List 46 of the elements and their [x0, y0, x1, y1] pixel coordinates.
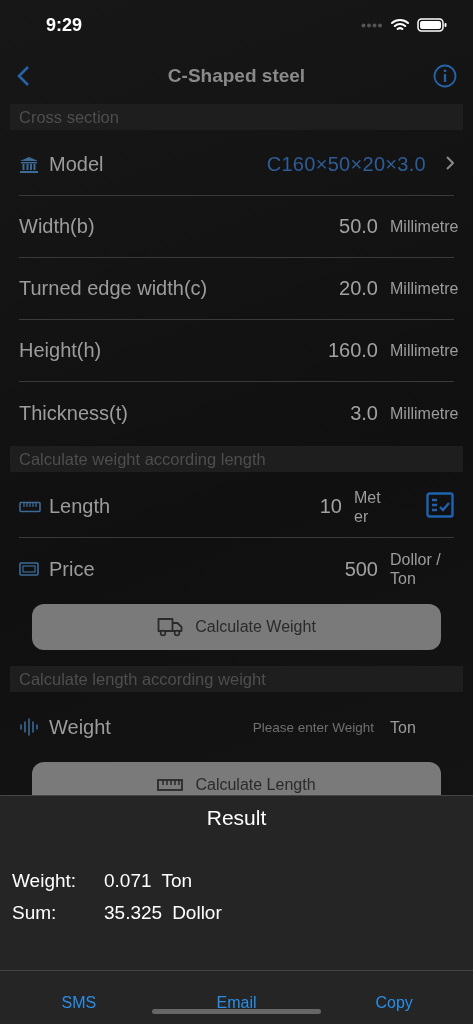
result-value: 0.071	[104, 870, 152, 892]
row-label: Length	[49, 495, 111, 518]
value-field[interactable]: 50.0	[339, 215, 378, 238]
row-label: Weight	[49, 715, 111, 739]
result-value: 35.325	[104, 902, 163, 924]
ruler-icon	[19, 500, 41, 513]
model-value[interactable]: C160×50×20×3.0	[266, 153, 426, 176]
battery-icon	[417, 18, 447, 32]
bank-icon	[19, 155, 39, 174]
weight-field[interactable]: Please enter Weight	[252, 719, 374, 735]
checklist-icon[interactable]	[426, 491, 454, 518]
row-label: Height(h)	[19, 339, 102, 362]
value-field[interactable]: 500	[344, 557, 378, 581]
unit-label: Dollor / Ton	[390, 550, 442, 588]
row-label: Price	[49, 557, 95, 581]
result-unit: Dollor	[172, 902, 222, 924]
unit-label: Ton	[390, 717, 417, 737]
share-button[interactable]: Email	[157, 993, 316, 1013]
result-title: Result	[206, 806, 267, 829]
row-label: Turned edge width(c)	[19, 277, 208, 300]
signal-icon	[361, 22, 383, 28]
wifi-icon	[391, 18, 409, 32]
share-button[interactable]: Copy	[315, 993, 473, 1013]
info-icon[interactable]	[433, 64, 457, 88]
chevron-icon	[446, 155, 454, 170]
back-icon[interactable]	[16, 65, 30, 87]
row-label: Width(b)	[19, 215, 95, 238]
calculate-button[interactable]: Calculate Weight	[32, 604, 441, 650]
row-label: Model	[49, 153, 104, 176]
row-label: Thickness(t)	[19, 401, 128, 425]
truck-icon	[157, 617, 184, 637]
waveform-icon	[19, 718, 39, 736]
status-time: 9:29	[46, 14, 83, 36]
value-field[interactable]: 3.0	[350, 401, 378, 425]
banknote-icon	[19, 562, 39, 576]
value-field[interactable]: 10	[319, 495, 342, 518]
value-field[interactable]: 160.0	[327, 339, 378, 362]
calculate-button[interactable]: Calculate Length	[32, 762, 441, 795]
ruler-icon	[157, 778, 184, 792]
nav-title: C-Shaped steel	[167, 65, 306, 86]
share-button[interactable]: SMS	[0, 993, 158, 1013]
unit-label: Meter	[354, 487, 382, 526]
value-field[interactable]: 20.0	[339, 277, 378, 300]
result-label: Weight:	[12, 870, 78, 892]
result-unit: Ton	[161, 870, 193, 892]
result-label: Sum:	[12, 902, 58, 924]
